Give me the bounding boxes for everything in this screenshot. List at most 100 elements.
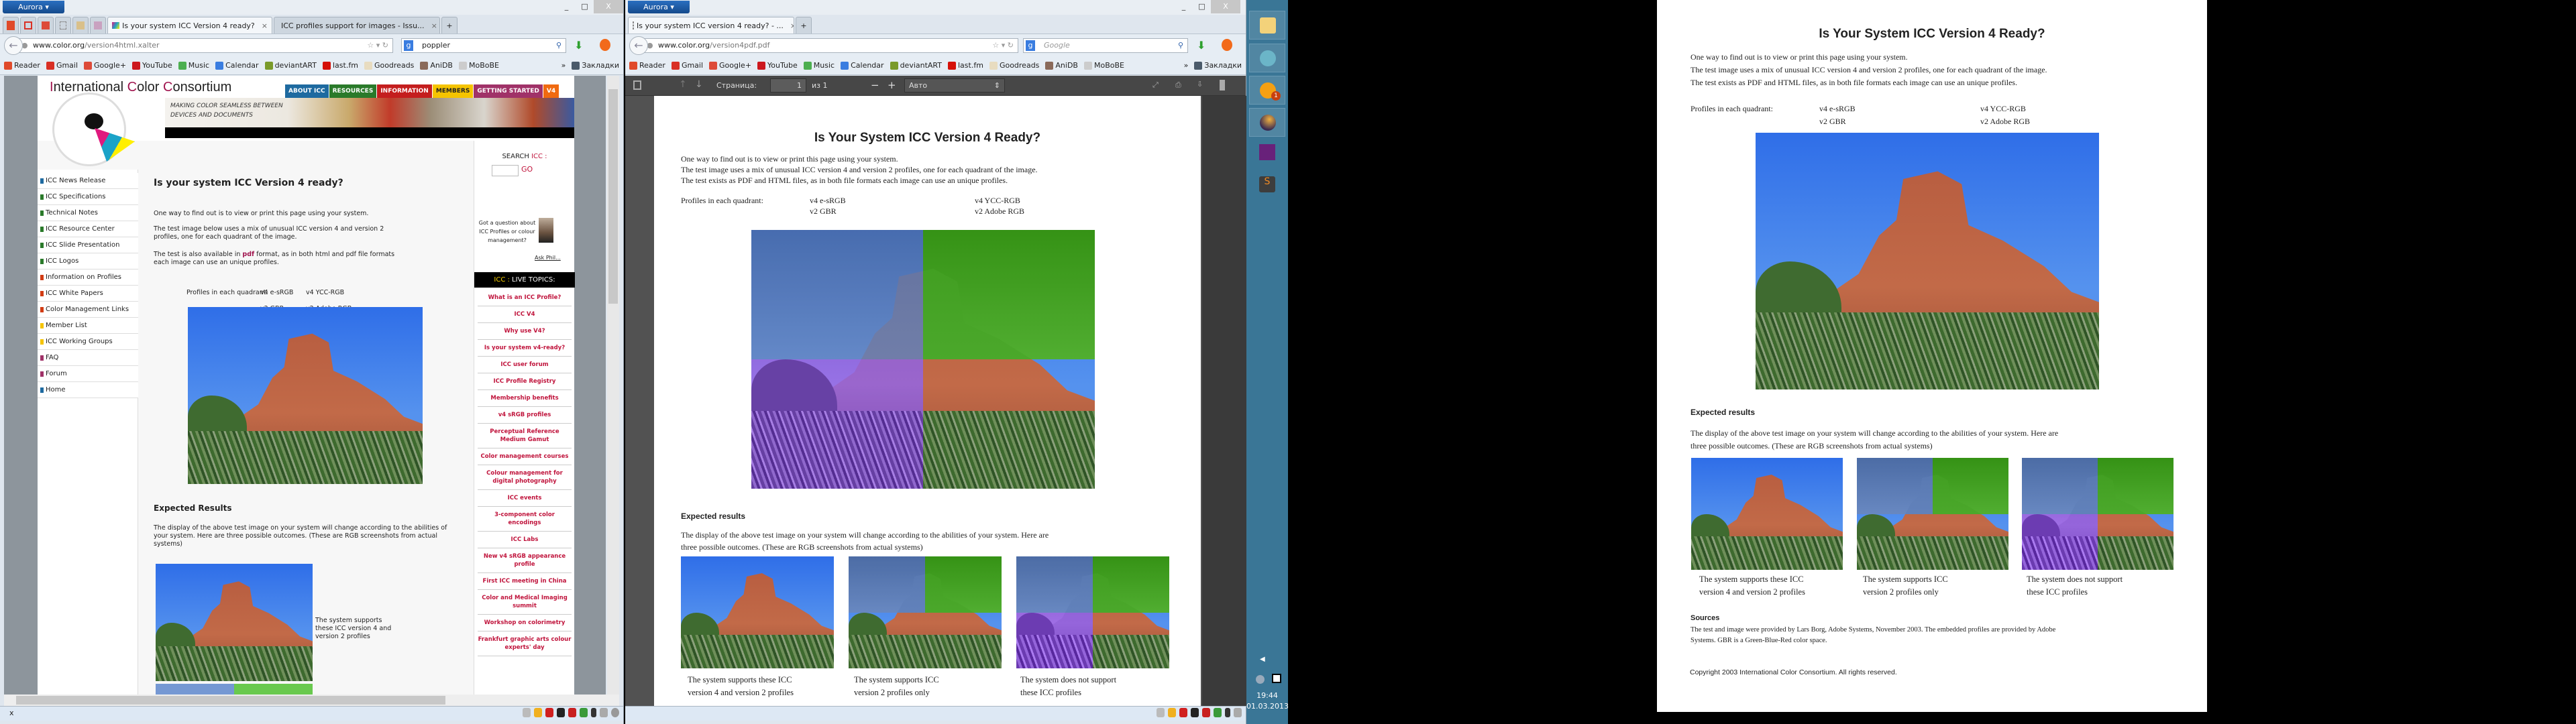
greasemonkey-icon[interactable] <box>534 708 542 717</box>
sidebar-toggle-icon[interactable] <box>633 80 641 90</box>
bookmarks-overflow-button[interactable]: » <box>1184 61 1189 70</box>
bookmark-anidb[interactable]: AniDB <box>420 61 453 70</box>
download-pdf-icon[interactable]: ⇩ <box>1197 80 1203 88</box>
sidebar-item[interactable]: Information on Profiles <box>38 269 138 286</box>
sidebar-item[interactable]: ICC News Release <box>38 173 138 189</box>
sidebar-item[interactable]: Home <box>38 382 138 398</box>
page-number-input[interactable]: 1 <box>770 78 806 93</box>
visual-studio-icon[interactable] <box>1259 144 1275 160</box>
live-topic-link[interactable]: Is your system v4-ready? <box>478 340 572 357</box>
bookmark-reader[interactable]: Reader <box>4 61 40 70</box>
bookmark-music[interactable]: Music <box>178 61 209 70</box>
taskbar-tumblr-app[interactable]: 1 <box>1249 76 1285 105</box>
live-topic-link[interactable]: Colour management for digital photograph… <box>478 465 572 490</box>
pdf-link[interactable]: pdf <box>242 251 254 258</box>
sidebar-item[interactable]: Color Management Links <box>38 302 138 318</box>
horizontal-scrollbar[interactable] <box>4 695 619 706</box>
live-topic-link[interactable]: Membership benefits <box>478 390 572 407</box>
bookmark-icon[interactable] <box>1220 80 1225 90</box>
tray-close-icon[interactable] <box>1256 675 1265 684</box>
lock-icon[interactable] <box>568 708 576 717</box>
puzzle-icon[interactable] <box>580 708 588 717</box>
live-topic-link[interactable]: Color management courses <box>478 448 572 465</box>
bookmark-anidb[interactable]: AniDB <box>1045 61 1078 70</box>
screen-icon[interactable] <box>1191 708 1199 717</box>
tab-close-icon[interactable]: × <box>427 18 437 34</box>
adblock-icon[interactable] <box>1179 708 1187 717</box>
firefox-account-icon[interactable] <box>1222 39 1232 51</box>
top-nav-v4[interactable]: V4 <box>542 84 559 98</box>
pinned-tab-avatar[interactable] <box>90 17 106 34</box>
live-topic-link[interactable]: Frankfurt graphic arts colour experts' d… <box>478 631 572 656</box>
new-tab-button[interactable]: + <box>796 17 812 34</box>
bookmark-deviantart[interactable]: deviantART <box>890 61 942 70</box>
firefox-account-icon[interactable] <box>600 39 610 51</box>
sidebar-item[interactable]: ICC Slide Presentation <box>38 237 138 253</box>
scroll-thumb[interactable] <box>16 696 445 705</box>
bookmark-goodreads[interactable]: Goodreads <box>989 61 1039 70</box>
screen-icon[interactable] <box>557 708 565 717</box>
bookmark-google-[interactable]: Google+ <box>84 61 126 70</box>
puzzle-icon[interactable] <box>1214 708 1222 717</box>
bookmark-goodreads[interactable]: Goodreads <box>364 61 414 70</box>
live-topic-link[interactable]: ICC events <box>478 490 572 507</box>
back-button[interactable]: ← <box>4 36 23 55</box>
live-topic-link[interactable]: Workshop on colorimetry <box>478 615 572 631</box>
tab-icc-html[interactable]: Is your system ICC Version 4 ready? × <box>107 17 272 34</box>
live-topic-link[interactable]: ICC V4 <box>478 306 572 323</box>
maximize-button[interactable]: □ <box>1193 0 1211 13</box>
top-nav-members[interactable]: MEMBERS <box>431 84 474 98</box>
pinned-tab-googleplus[interactable] <box>38 17 54 34</box>
bookmark-calendar[interactable]: Calendar <box>215 61 259 70</box>
top-nav-getting-started[interactable]: GETTING STARTED <box>473 84 543 98</box>
live-topic-link[interactable]: ICC Labs <box>478 532 572 548</box>
lock-icon[interactable] <box>1202 708 1210 717</box>
tool-icon[interactable] <box>600 708 608 717</box>
close-button[interactable]: X <box>594 0 623 13</box>
taskbar-firefox-aurora[interactable] <box>1249 108 1285 137</box>
live-topic-link[interactable]: First ICC meeting in China <box>478 573 572 590</box>
sidebar-item[interactable]: ICC Resource Center <box>38 221 138 237</box>
tool-icon[interactable] <box>1234 708 1242 717</box>
system-clock[interactable]: 19:44 01.03.2013 <box>1246 690 1289 712</box>
address-bar[interactable]: ● www.color.org/version4html.xalter ☆ ▾ ↻ <box>17 38 393 53</box>
pinned-tab-reader[interactable] <box>3 17 19 34</box>
taskbar-network-app[interactable] <box>1249 44 1285 72</box>
tray-j-icon[interactable] <box>1272 674 1281 683</box>
bookmarks-overflow-button[interactable]: » <box>561 61 566 70</box>
bookmark-music[interactable]: Music <box>803 61 835 70</box>
show-hidden-icons[interactable]: ◀ <box>1260 656 1265 663</box>
r-icon[interactable] <box>591 708 596 717</box>
zoom-select[interactable]: Авто ⇕ <box>904 78 1005 93</box>
live-topic-link[interactable]: Why use V4? <box>478 323 572 340</box>
bookmark-deviantart[interactable]: deviantART <box>264 61 317 70</box>
bookmark-youtube[interactable]: YouTube <box>132 61 172 70</box>
bookmark-mobobe[interactable]: MoBoBE <box>1083 61 1124 70</box>
sidebar-item[interactable]: ICC White Papers <box>38 286 138 302</box>
live-topic-link[interactable]: 3-component color encodings <box>478 507 572 532</box>
bookmark-google-[interactable]: Google+ <box>709 61 751 70</box>
live-topic-link[interactable]: Color and Medical Imaging summit <box>478 590 572 615</box>
live-topic-link[interactable]: ICC Profile Registry <box>478 373 572 390</box>
previous-page-icon[interactable]: ↑ <box>679 79 687 90</box>
minimize-button[interactable]: _ <box>1175 0 1193 13</box>
live-topic-link[interactable]: New v4 sRGB appearance profile <box>478 548 572 573</box>
next-page-icon[interactable]: ↓ <box>695 79 703 90</box>
sidebar-item[interactable]: FAQ <box>38 350 138 366</box>
sidebar-item[interactable]: ICC Working Groups <box>38 334 138 350</box>
sidebar-item[interactable]: ICC Logos <box>38 253 138 269</box>
sidebar-item[interactable]: Member List <box>38 318 138 334</box>
taskbar-explorer[interactable] <box>1249 11 1285 40</box>
search-icon[interactable]: ⚲ <box>1178 39 1183 52</box>
bookmarks-folder-button[interactable]: Закладки <box>572 61 619 70</box>
download-icon[interactable]: ⬇ <box>1197 39 1205 52</box>
search-box[interactable]: g poppler ⚲ <box>401 38 566 53</box>
bookmarks-folder-button[interactable]: Закладки <box>1194 61 1242 70</box>
app-menu-button[interactable]: Aurora ▾ <box>3 1 64 13</box>
sidebar-item[interactable]: Forum <box>38 366 138 382</box>
tab-github-issue[interactable]: ICC profiles support for images - Issu..… <box>274 17 440 34</box>
search-go-button[interactable]: GO <box>521 165 533 174</box>
ghost-icon[interactable] <box>611 708 619 717</box>
tab-close-icon[interactable]: × <box>786 18 794 34</box>
ask-phil-link[interactable]: Ask Phil... <box>535 255 561 261</box>
